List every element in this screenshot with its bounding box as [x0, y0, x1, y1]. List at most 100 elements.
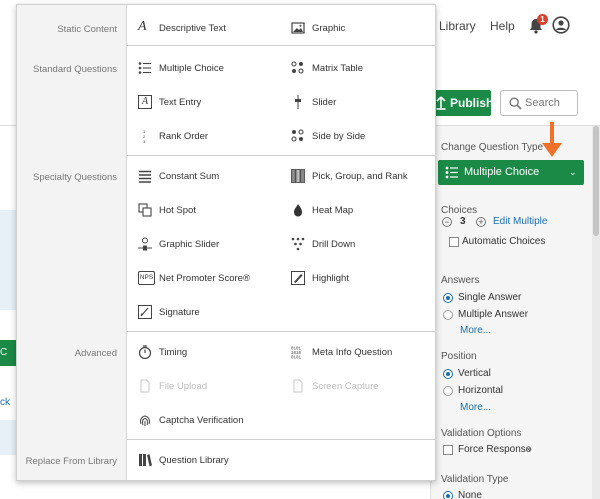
question-type-menu: Static Content Standard Questions Specia… [16, 4, 436, 481]
horizontal-radio[interactable] [443, 386, 453, 396]
vertical-label: Vertical [458, 368, 491, 379]
menu-item-label: Signature [159, 307, 200, 318]
choices-count: 3 [460, 216, 466, 227]
search-input[interactable] [525, 95, 575, 111]
menu-item-label: Question Library [159, 455, 229, 466]
position-label: Position [441, 351, 477, 362]
menu-item-label: Screen Capture [312, 381, 379, 392]
chevron-down-icon: ⌄ [569, 167, 577, 177]
chevron-down-icon[interactable]: ⌄ [526, 443, 534, 454]
search-icon [509, 97, 522, 110]
answers-label: Answers [441, 275, 480, 286]
svg-text:0101: 0101 [291, 357, 302, 360]
timer-icon [138, 345, 152, 359]
left-selected-block [0, 210, 16, 310]
multiple-answer-radio[interactable] [443, 310, 453, 320]
validation-options-label: Validation Options [441, 428, 522, 439]
search-box[interactable] [500, 90, 578, 116]
pick-group-rank-icon [291, 169, 305, 183]
single-answer-radio[interactable] [443, 293, 453, 303]
menu-item-label: Graphic [312, 23, 346, 34]
rank-order-icon: 1 2 3 [143, 129, 146, 143]
meta-info-binary-icon: 0101 1010 0101 [291, 348, 302, 360]
menu-item-label: Meta Info Question [312, 347, 393, 358]
vertical-radio[interactable] [443, 369, 453, 379]
multiple-answer-label: Multiple Answer [458, 309, 529, 320]
annotation-arrow-icon [542, 122, 562, 157]
user-account-icon[interactable] [552, 16, 570, 34]
nav-library-link[interactable]: Library [439, 19, 476, 33]
decrease-choices-icon[interactable]: − [442, 217, 452, 227]
menu-item-label: Rank Order [159, 131, 209, 142]
category-static-content: Static Content [57, 24, 117, 35]
force-response-label[interactable]: Force Response [458, 444, 531, 455]
text-entry-icon: A [138, 95, 152, 109]
fingerprint-icon [140, 415, 150, 426]
descriptive-text-icon: A [138, 19, 147, 34]
edit-multiple-link[interactable]: Edit Multiple [493, 216, 547, 227]
left-link-fragment[interactable]: ck [0, 397, 10, 408]
menu-item-label: Slider [312, 97, 337, 108]
menu-item-label: Highlight [312, 273, 349, 284]
menu-divider [127, 45, 435, 46]
menu-item-label: Matrix Table [312, 63, 364, 74]
graphic-slider-icon [138, 237, 152, 251]
left-green-button-fragment[interactable]: C [0, 340, 16, 366]
answers-more-link[interactable]: More... [460, 325, 491, 336]
publish-arrow-icon [436, 96, 446, 110]
screen-capture-icon [293, 379, 303, 393]
nav-help-link[interactable]: Help [490, 19, 515, 33]
side-by-side-icon [291, 129, 304, 142]
highlight-pen-icon [291, 271, 305, 285]
publish-button[interactable]: Publish [434, 90, 494, 116]
notification-count-badge: 1 [537, 14, 548, 25]
increase-choices-icon[interactable]: + [476, 217, 486, 227]
svg-text:0101: 0101 [291, 348, 302, 352]
graphic-image-icon [291, 22, 305, 34]
horizontal-label: Horizontal [458, 385, 504, 396]
menu-item-label: File Upload [159, 381, 208, 392]
file-icon [140, 379, 150, 393]
force-response-checkbox[interactable] [443, 445, 453, 455]
menu-item-label: Pick, Group, and Rank [312, 171, 408, 182]
hot-spot-icon [138, 203, 152, 217]
menu-item-label: Drill Down [312, 239, 356, 250]
category-advanced: Advanced [74, 348, 117, 359]
menu-item-label: Net Promoter Score® [159, 273, 250, 284]
svg-text:1010: 1010 [291, 352, 302, 356]
validation-none-label: None [458, 490, 482, 499]
automatic-choices-label: Automatic Choices [462, 236, 546, 247]
multiple-choice-icon [138, 62, 151, 74]
constant-sum-icon [139, 170, 151, 183]
category-replace-from-library: Replace From Library [25, 456, 117, 467]
change-question-type-label: Change Question Type [441, 142, 544, 153]
svg-text:3: 3 [143, 139, 146, 143]
single-answer-label: Single Answer [458, 292, 522, 303]
category-standard-questions: Standard Questions [33, 64, 117, 75]
heat-map-flame-icon [294, 204, 302, 217]
signature-pen-icon [138, 305, 152, 319]
validation-none-radio[interactable] [443, 491, 453, 499]
menu-divider [127, 331, 435, 332]
slider-icon [295, 95, 301, 109]
publish-label: Publish [450, 96, 494, 110]
matrix-table-icon [291, 61, 304, 74]
menu-item-label: Text Entry [159, 97, 202, 108]
menu-item-label: Heat Map [312, 205, 354, 216]
position-more-link[interactable]: More... [460, 402, 491, 413]
menu-item-label: Hot Spot [159, 205, 196, 216]
page-scrollbar[interactable] [592, 126, 600, 499]
library-books-icon [139, 454, 152, 467]
menu-item-label: Captcha Verification [159, 415, 244, 426]
choices-label: Choices [441, 205, 478, 216]
menu-item-label: Graphic Slider [159, 239, 220, 250]
left-green-label: C [0, 347, 8, 358]
multiple-choice-icon [445, 166, 458, 179]
scrollbar-thumb[interactable] [593, 126, 599, 236]
question-type-select[interactable]: Multiple Choice ⌄ [438, 160, 584, 185]
category-column [17, 5, 127, 480]
automatic-choices-checkbox[interactable] [449, 237, 459, 247]
menu-item-label: Descriptive Text [159, 23, 226, 34]
category-specialty-questions: Specialty Questions [33, 172, 117, 183]
menu-divider [127, 155, 435, 156]
